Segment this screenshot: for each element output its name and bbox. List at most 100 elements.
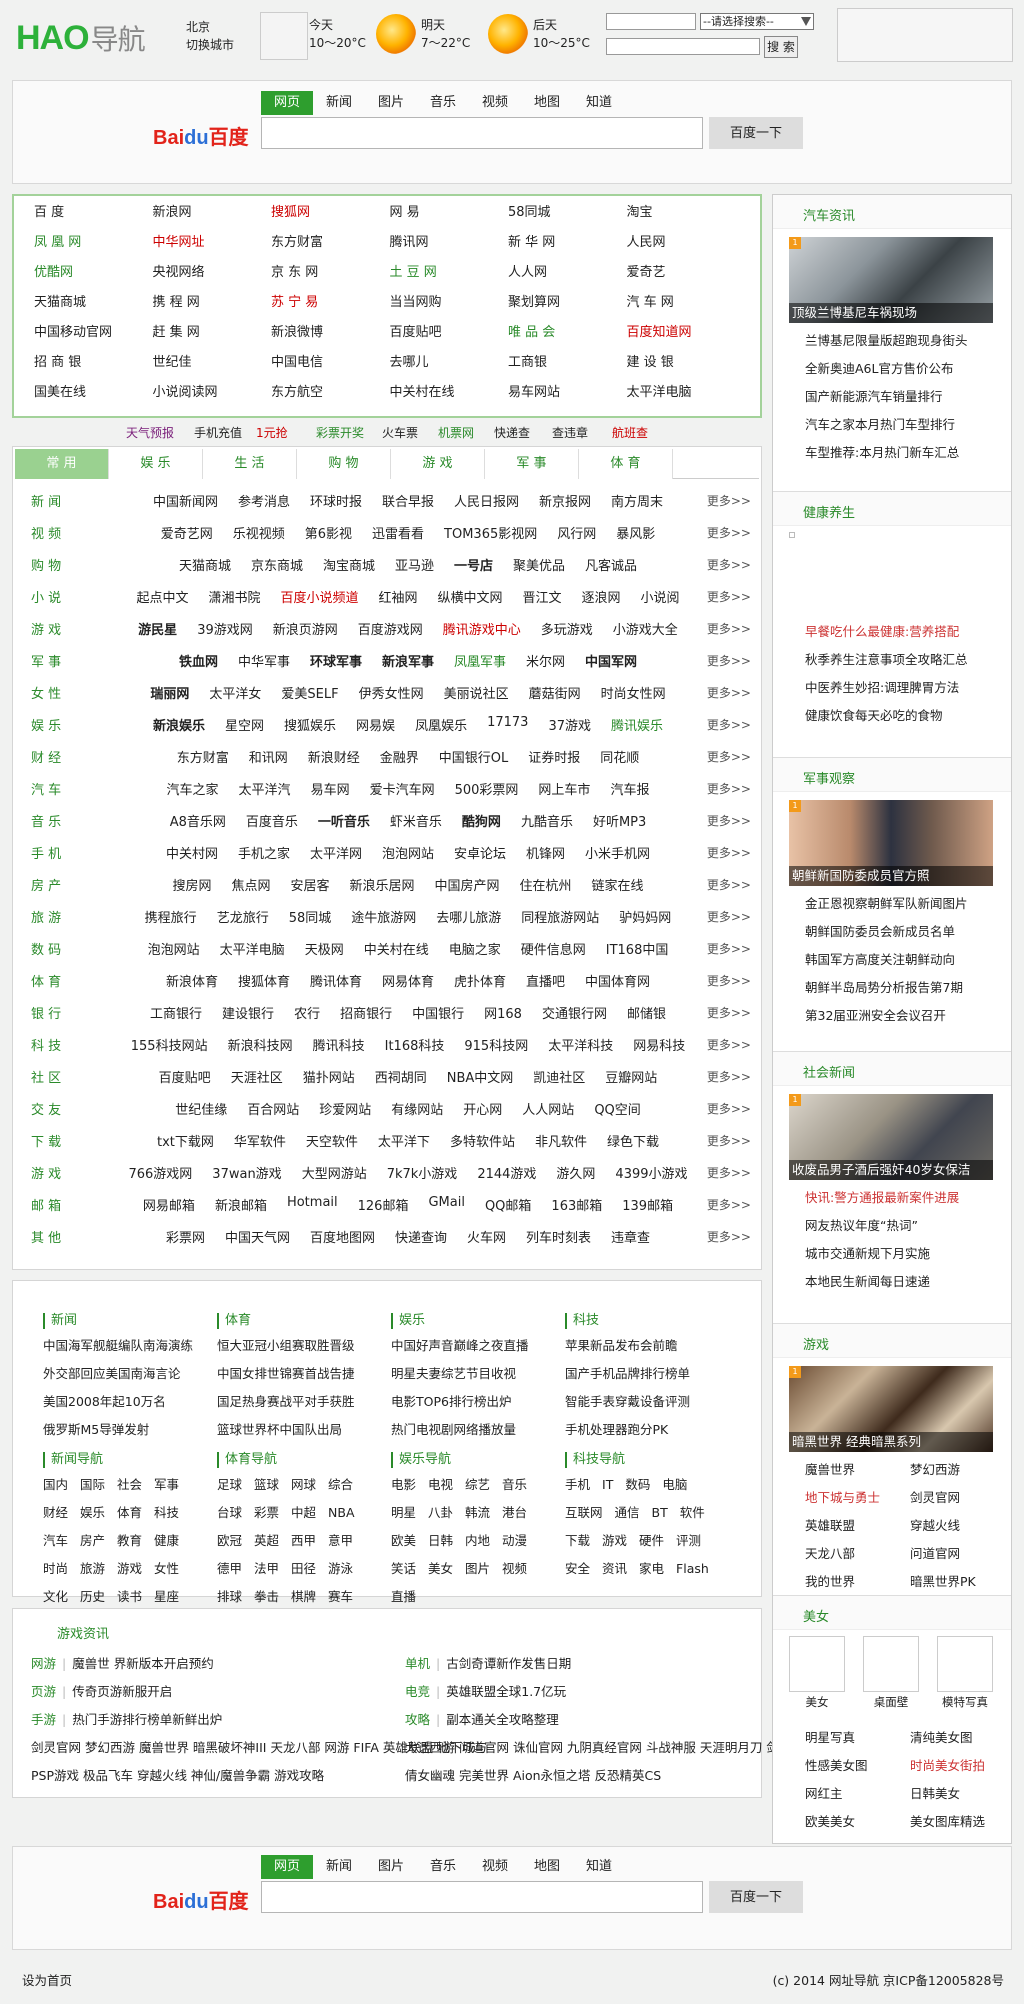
sidebar-grid-link[interactable]: 魔兽世界 bbox=[805, 1456, 910, 1484]
famous-site-link[interactable]: 爱奇艺 bbox=[627, 264, 746, 294]
category-link[interactable]: TOM365影视网 bbox=[444, 523, 537, 542]
sidebar-grid-link[interactable]: 网红主 bbox=[805, 1780, 910, 1808]
search-tab[interactable]: 网页 bbox=[261, 91, 313, 115]
sidebar-list-item[interactable]: 国产新能源汽车销量排行 bbox=[805, 383, 968, 411]
category-link[interactable]: 火车网 bbox=[467, 1227, 506, 1246]
category-link[interactable]: 凤凰军事 bbox=[454, 651, 506, 670]
news-tag-link[interactable]: 房产 bbox=[80, 1527, 105, 1555]
photo-thumb[interactable]: 模特写真 bbox=[937, 1636, 993, 1712]
category-link[interactable]: 潇湘书院 bbox=[208, 587, 260, 606]
search-button[interactable]: 百度一下 bbox=[709, 1881, 803, 1913]
more-link[interactable]: 更多>> bbox=[707, 1132, 751, 1149]
category-link[interactable]: It168科技 bbox=[385, 1035, 445, 1054]
sidebar-news-image[interactable]: 1 朝鲜新国防委成员官方照 bbox=[789, 800, 993, 886]
category-link[interactable]: 去哪儿旅游 bbox=[436, 907, 501, 926]
category-link[interactable]: 新浪军事 bbox=[382, 651, 434, 670]
category-link[interactable]: 乐视视频 bbox=[233, 523, 285, 542]
news-tag-link[interactable]: 笑话 bbox=[391, 1555, 416, 1583]
news-tag-link[interactable]: 港台 bbox=[502, 1499, 527, 1527]
search-tab[interactable]: 图片 bbox=[365, 91, 417, 115]
category-link[interactable]: 腾讯娱乐 bbox=[611, 715, 663, 734]
category-link[interactable]: 建设银行 bbox=[222, 1003, 274, 1022]
news-tag-link[interactable]: 综合 bbox=[328, 1471, 353, 1499]
news-tag-link[interactable]: 评测 bbox=[676, 1527, 701, 1555]
news-tag-link[interactable]: 台球 bbox=[217, 1499, 242, 1527]
famous-site-link[interactable]: 携 程 网 bbox=[153, 294, 272, 324]
category-link[interactable]: 参考消息 bbox=[238, 491, 290, 510]
game-links-line[interactable]: PSP游戏 极品飞车 穿越火线 神仙/魔兽争霸 游戏攻略 bbox=[31, 1767, 324, 1785]
quick-link[interactable]: 天气预报 bbox=[126, 424, 174, 441]
category-link[interactable]: 虎扑体育 bbox=[454, 971, 506, 990]
photo-thumb[interactable]: 美女 bbox=[789, 1636, 845, 1712]
news-tag-link[interactable]: 排球 bbox=[217, 1583, 242, 1611]
famous-site-link[interactable]: 凤 凰 网 bbox=[34, 234, 153, 264]
category-link[interactable]: 百度音乐 bbox=[246, 811, 298, 830]
switch-city-link[interactable]: 切换城市 bbox=[186, 36, 234, 54]
famous-site-link[interactable]: 工商银 bbox=[508, 354, 627, 384]
category-link[interactable]: 搜狐娱乐 bbox=[284, 715, 336, 734]
quick-link[interactable]: 机票网 bbox=[438, 424, 474, 441]
sidebar-grid-link[interactable]: 美女图库精选 bbox=[910, 1808, 1010, 1836]
category-name[interactable]: 音 乐 bbox=[31, 811, 61, 830]
famous-site-link[interactable]: 招 商 银 bbox=[34, 354, 153, 384]
category-name[interactable]: 财 经 bbox=[31, 747, 61, 766]
news-tag-link[interactable]: 文化 bbox=[43, 1583, 68, 1611]
news-tag-link[interactable]: 下载 bbox=[565, 1527, 590, 1555]
search-tab[interactable]: 视频 bbox=[469, 91, 521, 115]
sidebar-list-item[interactable]: 网友热议年度“热词” bbox=[805, 1212, 959, 1240]
famous-site-link[interactable]: 新浪网 bbox=[153, 204, 272, 234]
more-link[interactable]: 更多>> bbox=[707, 908, 751, 925]
search-tab[interactable]: 地图 bbox=[521, 91, 573, 115]
news-tag-link[interactable]: 娱乐 bbox=[80, 1499, 105, 1527]
category-link[interactable]: 腾讯游戏中心 bbox=[443, 619, 521, 638]
category-link[interactable]: 网168 bbox=[484, 1003, 522, 1022]
famous-site-link[interactable]: 东方航空 bbox=[271, 384, 390, 414]
sidebar-grid-link[interactable]: 我的世界 bbox=[805, 1568, 910, 1596]
news-item[interactable]: 电影TOP6排行榜出炉 bbox=[391, 1388, 561, 1416]
news-tag-link[interactable]: 安全 bbox=[565, 1555, 590, 1583]
category-link[interactable]: 手机之家 bbox=[238, 843, 290, 862]
news-item[interactable]: 热门电视剧网络播放量 bbox=[391, 1416, 561, 1444]
category-link[interactable]: 百合网站 bbox=[247, 1099, 299, 1118]
news-tag-link[interactable]: NBA bbox=[328, 1499, 354, 1527]
search-tab[interactable]: 新闻 bbox=[313, 1855, 365, 1879]
baidu-logo[interactable]: Baidu百度 bbox=[153, 1885, 249, 1914]
category-link[interactable]: 新浪财经 bbox=[308, 747, 360, 766]
news-tag-link[interactable]: 视频 bbox=[502, 1555, 527, 1583]
news-tag-link[interactable]: 八卦 bbox=[428, 1499, 453, 1527]
category-link[interactable]: 百度游戏网 bbox=[358, 619, 423, 638]
category-link[interactable]: 大型网游站 bbox=[302, 1163, 367, 1182]
sidebar-grid-link[interactable]: 问道官网 bbox=[910, 1540, 1010, 1568]
photo-thumb[interactable]: 桌面壁 bbox=[863, 1636, 919, 1712]
sidebar-grid-link[interactable]: 剑灵官网 bbox=[910, 1484, 1010, 1512]
category-link[interactable]: 农行 bbox=[294, 1003, 320, 1022]
category-link[interactable]: 凤凰娱乐 bbox=[415, 715, 467, 734]
category-link[interactable]: 中国银行OL bbox=[439, 747, 508, 766]
game-news-text[interactable]: 副本通关全攻略整理 bbox=[446, 1712, 559, 1727]
category-link[interactable]: 证券时报 bbox=[528, 747, 580, 766]
famous-site-link[interactable]: 去哪儿 bbox=[390, 354, 509, 384]
category-name[interactable]: 社 区 bbox=[31, 1067, 61, 1086]
famous-site-link[interactable]: 汽 车 网 bbox=[627, 294, 746, 324]
search-type-select[interactable]: --请选择搜索-- bbox=[700, 13, 814, 30]
game-news-tag[interactable]: 攻略 bbox=[405, 1712, 430, 1727]
category-link[interactable]: 迅雷看看 bbox=[372, 523, 424, 542]
search-tab[interactable]: 图片 bbox=[365, 1855, 417, 1879]
news-tag-link[interactable]: 电视 bbox=[428, 1471, 453, 1499]
news-tag-link[interactable]: 足球 bbox=[217, 1471, 242, 1499]
category-name[interactable]: 旅 游 bbox=[31, 907, 61, 926]
category-link[interactable]: 4399小游戏 bbox=[615, 1163, 687, 1182]
news-column-title[interactable]: 新闻 bbox=[43, 1313, 213, 1329]
category-link[interactable]: 天极网 bbox=[305, 939, 344, 958]
sidebar-list-item[interactable]: 韩国军方高度关注朝鲜动向 bbox=[805, 946, 968, 974]
category-name[interactable]: 娱 乐 bbox=[31, 715, 61, 734]
category-link[interactable]: 新浪科技网 bbox=[228, 1035, 293, 1054]
famous-site-link[interactable]: 苏 宁 易 bbox=[271, 294, 390, 324]
famous-site-link[interactable]: 百度贴吧 bbox=[390, 324, 509, 354]
news-tag-link[interactable]: 韩流 bbox=[465, 1499, 490, 1527]
news-tag-link[interactable]: 数码 bbox=[625, 1471, 650, 1499]
news-tag-link[interactable]: 旅游 bbox=[80, 1555, 105, 1583]
news-tag-link[interactable]: 赛车 bbox=[328, 1583, 353, 1611]
news-item[interactable]: 中国海军舰艇编队南海演练 bbox=[43, 1332, 213, 1360]
category-link[interactable]: 155科技网站 bbox=[131, 1035, 208, 1054]
